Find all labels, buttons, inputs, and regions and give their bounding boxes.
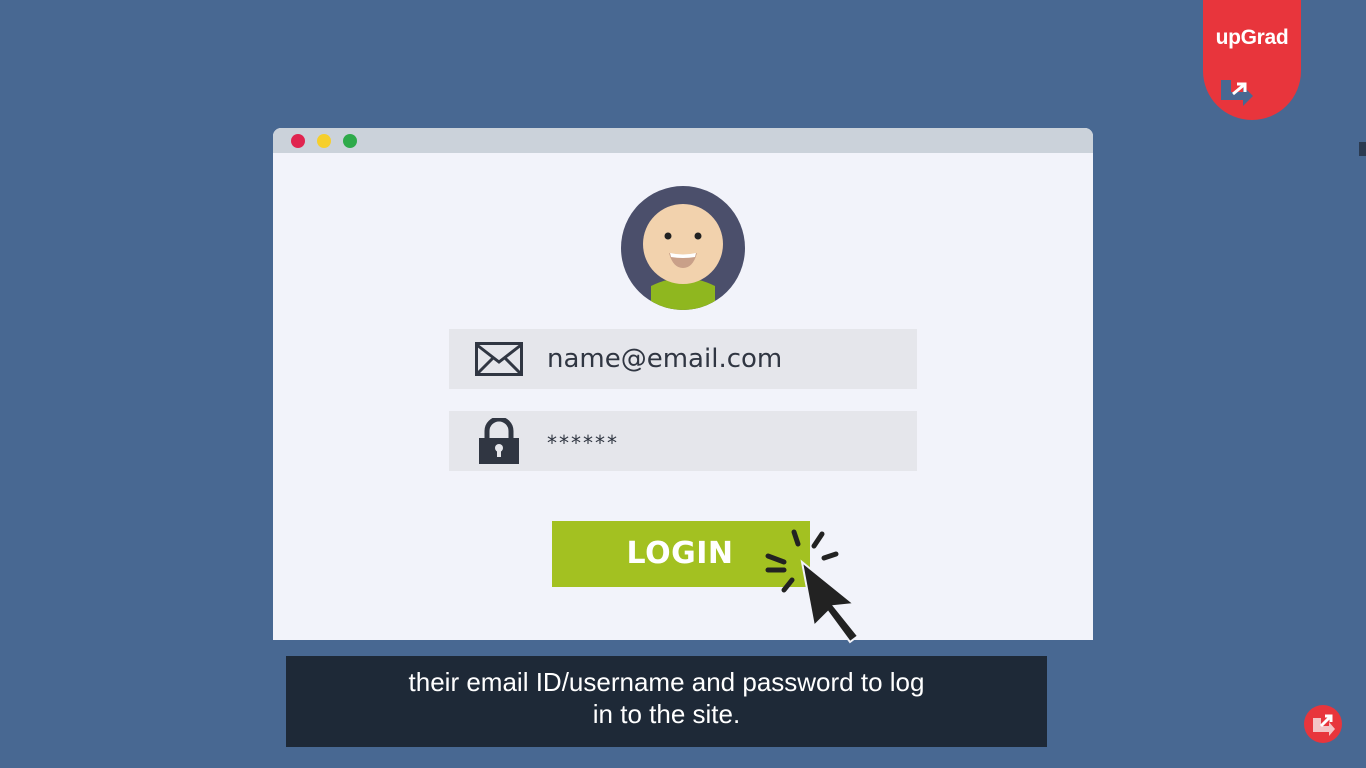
password-field[interactable]: ****** bbox=[449, 411, 917, 471]
brand-arrow-icon bbox=[1221, 80, 1253, 106]
user-avatar-icon bbox=[621, 186, 745, 310]
caption-line-2: in to the site. bbox=[592, 699, 741, 729]
email-field[interactable]: name@email.com bbox=[449, 329, 917, 389]
caption-line-1: their email ID/username and password to … bbox=[408, 667, 925, 697]
password-value: ****** bbox=[547, 431, 619, 455]
envelope-icon bbox=[475, 342, 523, 376]
edge-marker bbox=[1359, 142, 1366, 156]
lock-icon bbox=[479, 418, 519, 464]
maximize-dot[interactable] bbox=[343, 134, 357, 148]
window-titlebar bbox=[273, 128, 1093, 153]
close-dot[interactable] bbox=[291, 134, 305, 148]
minimize-dot[interactable] bbox=[317, 134, 331, 148]
brand-name: upGrad bbox=[1215, 26, 1289, 49]
email-value: name@email.com bbox=[547, 344, 783, 374]
browser-window: name@email.com ****** LOGIN bbox=[273, 128, 1093, 640]
caption-box: their email ID/username and password to … bbox=[286, 656, 1047, 747]
login-button-label: LOGIN bbox=[626, 536, 734, 571]
corner-logo-icon bbox=[1304, 705, 1342, 743]
click-cursor-icon bbox=[765, 529, 860, 644]
brand-logo-tab: upGrad bbox=[1203, 0, 1301, 120]
